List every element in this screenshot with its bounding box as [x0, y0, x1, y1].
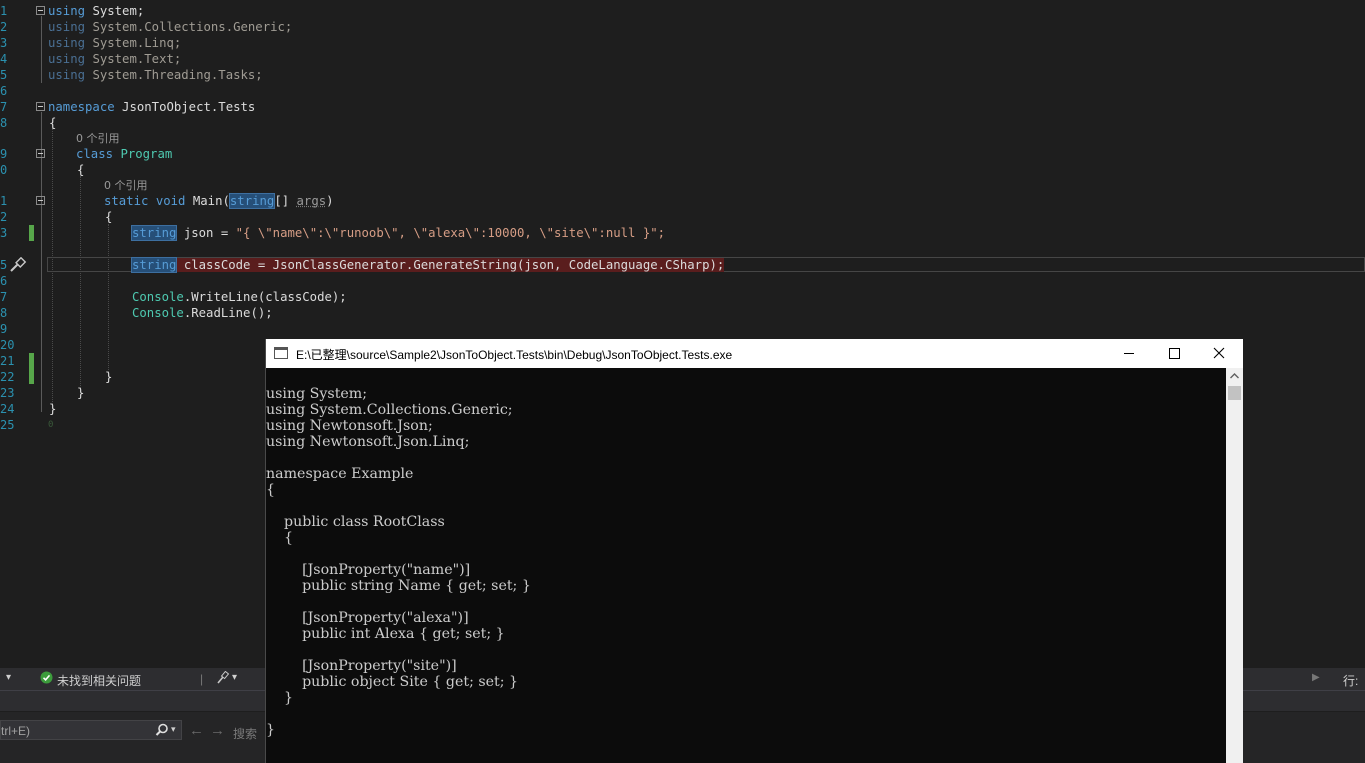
code-line: using System.Text; [0, 51, 1365, 67]
console-line: public int Alexa { get; set; } [266, 626, 505, 642]
code-line: using System.Linq; [0, 35, 1365, 51]
console-line: using Newtonsoft.Json; [266, 418, 433, 434]
namespace-text: System.Collections.Generic; [92, 20, 293, 34]
console-line: } [266, 722, 276, 738]
code-line: Console.WriteLine(classCode); [0, 289, 1365, 305]
keyword: using [48, 20, 86, 34]
keyword: namespace [48, 100, 115, 114]
code-line: Console.ReadLine(); [0, 305, 1365, 321]
keyword: using [48, 68, 86, 82]
namespace-text: System.Threading.Tasks; [92, 68, 263, 82]
namespace-text: System.Linq; [92, 36, 182, 50]
keyword-highlighted: string [130, 225, 178, 241]
variable-declaration: json = [176, 226, 236, 240]
issues-status[interactable]: 未找到相关问题 [57, 672, 141, 689]
type-name: Console [132, 290, 184, 304]
method-call: JsonClassGenerator.GenerateString(json, … [272, 258, 725, 272]
console-line: public class RootClass [266, 514, 445, 530]
console-line: public object Site { get; set; } [266, 674, 519, 690]
brace: { [49, 116, 57, 130]
cleanup-brush-icon[interactable] [216, 670, 230, 687]
code-line: { [0, 209, 1365, 225]
keyword: static [104, 194, 149, 208]
keyword: using [48, 4, 86, 18]
scrollbar-thumb[interactable] [1228, 386, 1241, 400]
console-line: [JsonProperty("name")] [266, 562, 471, 578]
code-line: string classCode = JsonClassGenerator.Ge… [0, 257, 1365, 273]
console-scrollbar[interactable] [1226, 368, 1243, 763]
code-line: namespace JsonToObject.Tests [0, 99, 1365, 115]
code-line: { [0, 115, 1365, 131]
console-line: using System; [266, 386, 368, 402]
code-line: using System; [0, 3, 1365, 19]
scroll-up-icon[interactable] [1229, 371, 1240, 380]
close-button[interactable] [1196, 339, 1242, 368]
end-marker: 0 [48, 420, 54, 430]
status-divider: | [200, 672, 204, 686]
keyword: void [155, 194, 186, 208]
brace: { [105, 210, 113, 224]
console-output: using System; using System.Collections.G… [266, 368, 1226, 763]
search-input[interactable]: trl+E) ▾ [0, 720, 182, 740]
code-line: string json = "{ \"name\":\"runoob\", \"… [0, 225, 1365, 241]
keyword: using [48, 52, 86, 66]
search-icon[interactable] [155, 723, 169, 740]
method-name: Main( [192, 194, 230, 208]
brace: } [105, 370, 113, 384]
brace: } [49, 402, 57, 416]
cleanup-dropdown[interactable]: ▾ [232, 672, 237, 683]
string-literal: "{ \"name\":\"runoob\", \"alexa\":10000,… [235, 226, 666, 240]
punctuation: [] [274, 194, 290, 208]
search-hint: trl+E) [1, 724, 31, 738]
back-arrow-icon[interactable]: ← [189, 722, 204, 739]
console-line: [JsonProperty("alexa")] [266, 610, 469, 626]
type-name: Console [132, 306, 184, 320]
keyword: using [48, 36, 86, 50]
line-number: 21 [0, 354, 15, 368]
chevron-down-icon[interactable]: ▾ [171, 724, 176, 735]
console-line: namespace Example [266, 466, 414, 482]
namespace-text: System.Text; [92, 52, 182, 66]
keyword-highlighted: string [228, 193, 276, 209]
console-line: using System.Collections.Generic; [266, 402, 513, 418]
code-line: { [0, 162, 1365, 178]
class-name: Program [120, 147, 173, 161]
maximize-button[interactable] [1151, 339, 1197, 368]
keyword-highlighted: string [130, 257, 178, 273]
codelens-row: 0 个引用 [0, 131, 1365, 147]
forward-arrow-icon[interactable]: → [210, 722, 225, 739]
punctuation: ) [326, 194, 334, 208]
method-call: .ReadLine(); [183, 306, 273, 320]
parameter-name: args [296, 194, 327, 208]
code-line: using System.Collections.Generic; [0, 19, 1365, 35]
zoom-dropdown[interactable]: ▾ [6, 672, 11, 683]
console-window[interactable]: E:\已整理\source\Sample2\JsonToObject.Tests… [265, 339, 1243, 763]
method-call: .WriteLine(classCode); [183, 290, 347, 304]
namespace-text: System; [92, 4, 145, 18]
minimize-button[interactable] [1106, 339, 1152, 368]
code-line: static void Main(string[] args) [0, 193, 1365, 209]
console-line: { [266, 530, 294, 546]
console-line: public string Name { get; set; } [266, 578, 531, 594]
codelens-references[interactable]: 0 个引用 [104, 178, 148, 194]
console-title-bar[interactable]: E:\已整理\source\Sample2\JsonToObject.Tests… [266, 339, 1243, 368]
code-line: class Program [0, 146, 1365, 162]
namespace-name: JsonToObject.Tests [122, 100, 256, 114]
brace: { [77, 163, 85, 177]
brace: } [77, 386, 85, 400]
console-app-icon [274, 347, 288, 359]
codelens-references[interactable]: 0 个引用 [76, 131, 120, 147]
console-title: E:\已整理\source\Sample2\JsonToObject.Tests… [296, 348, 733, 362]
keyword: class [76, 147, 114, 161]
console-line: } [266, 690, 294, 706]
variable-declaration: classCode = [176, 258, 273, 272]
console-line: { [266, 482, 276, 498]
search-depth-label: 搜索 [233, 727, 258, 741]
codelens-row: 0 个引用 [0, 178, 1365, 194]
scroll-right-icon[interactable]: ▶ [1312, 672, 1320, 683]
check-circle-icon [40, 671, 53, 687]
console-line: using Newtonsoft.Json.Linq; [266, 434, 470, 450]
console-line: [JsonProperty("site")] [266, 658, 457, 674]
code-line: using System.Threading.Tasks; [0, 67, 1365, 83]
